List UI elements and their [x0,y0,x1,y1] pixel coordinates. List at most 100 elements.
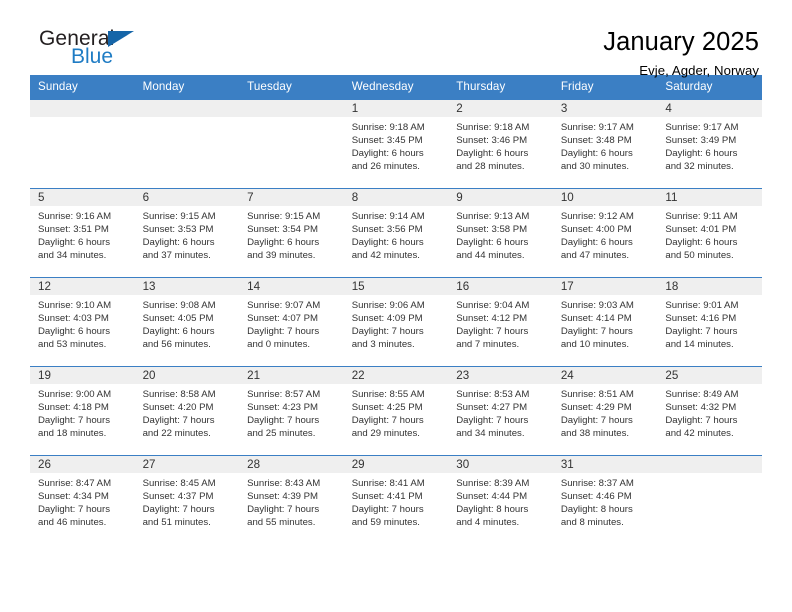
day-number: 8 [343,189,449,206]
weekday-header-saturday: Saturday [657,75,762,100]
calendar-day-cell[interactable]: 27 Sunrise: 8:45 AM Sunset: 4:37 PM Dayligh… [134,455,240,545]
day-number: 5 [30,189,135,206]
sunset-text: Sunset: 4:29 PM [560,402,632,414]
day-details: Sunrise: 8:39 AM Sunset: 4:44 PM Daylight:… [448,473,553,529]
sunrise-text: Sunrise: 9:13 AM [456,211,530,222]
daylight-text-line2: and 56 minutes. [142,339,211,351]
calendar-week-row: 5 Sunrise: 9:16 AM Sunset: 3:51 PM Daylight… [30,188,762,278]
calendar-day-cell[interactable]: 3 Sunrise: 9:17 AM Sunset: 3:48 PM Daylight… [552,99,658,189]
day-number: 23 [448,367,553,384]
sunset-text: Sunset: 3:53 PM [142,224,214,236]
daylight-text-line1: Daylight: 6 hours [38,237,110,249]
daylight-text-line2: and 22 minutes. [142,428,211,440]
daylight-text-line1: Daylight: 8 hours [560,504,633,516]
day-details [239,117,344,121]
page-title: January 2025 [603,28,759,56]
calendar-page: General Blue January 2025 Evje, Agder, N… [0,0,792,612]
day-number: 13 [134,278,240,295]
calendar-day-cell[interactable]: 19 Sunrise: 9:00 AM Sunset: 4:18 PM Dayligh… [30,366,135,456]
sunset-text: Sunset: 3:58 PM [456,224,528,236]
daylight-text-line2: and 10 minutes. [560,339,630,351]
calendar-day-cell[interactable]: 13 Sunrise: 9:08 AM Sunset: 4:05 PM Dayligh… [134,277,240,367]
daylight-text-line1: Daylight: 6 hours [560,148,633,160]
sunrise-text: Sunrise: 9:00 AM [38,389,112,400]
calendar-day-cell[interactable]: 30 Sunrise: 8:39 AM Sunset: 4:44 PM Dayligh… [448,455,553,545]
sunrise-text: Sunrise: 9:08 AM [142,300,216,311]
daylight-text-line1: Daylight: 6 hours [560,237,633,249]
calendar-day-cell-empty [239,99,344,189]
day-number: 29 [343,456,449,473]
day-details: Sunrise: 9:17 AM Sunset: 3:48 PM Daylight:… [553,117,658,173]
page-header: General Blue January 2025 Evje, Agder, N… [30,0,762,78]
sunrise-text: Sunrise: 8:53 AM [456,389,530,400]
day-details: Sunrise: 9:00 AM Sunset: 4:18 PM Daylight:… [30,384,135,440]
calendar-day-cell[interactable]: 17 Sunrise: 9:03 AM Sunset: 4:14 PM Dayligh… [552,277,658,367]
daylight-text-line1: Daylight: 6 hours [247,237,320,249]
daylight-text-line1: Daylight: 7 hours [665,415,738,427]
calendar-day-cell[interactable]: 10 Sunrise: 9:12 AM Sunset: 4:00 PM Dayligh… [552,188,658,278]
day-number: 20 [134,367,240,384]
calendar-day-cell[interactable]: 22 Sunrise: 8:55 AM Sunset: 4:25 PM Dayligh… [343,366,449,456]
calendar-day-cell[interactable]: 4 Sunrise: 9:17 AM Sunset: 3:49 PM Daylight… [657,99,762,189]
calendar-day-cell[interactable]: 18 Sunrise: 9:01 AM Sunset: 4:16 PM Dayligh… [657,277,762,367]
calendar-day-cell[interactable]: 26 Sunrise: 8:47 AM Sunset: 4:34 PM Dayligh… [30,455,135,545]
daylight-text-line2: and 50 minutes. [665,250,734,262]
calendar-day-cell[interactable]: 5 Sunrise: 9:16 AM Sunset: 3:51 PM Daylight… [30,188,135,278]
calendar-day-cell[interactable]: 15 Sunrise: 9:06 AM Sunset: 4:09 PM Dayligh… [343,277,449,367]
day-details: Sunrise: 9:15 AM Sunset: 3:54 PM Daylight:… [239,206,344,262]
sunset-text: Sunset: 4:23 PM [247,402,319,414]
sunset-text: Sunset: 4:18 PM [38,402,109,414]
day-details: Sunrise: 8:45 AM Sunset: 4:37 PM Daylight:… [135,473,240,529]
sunrise-text: Sunrise: 9:18 AM [456,122,530,133]
sunset-text: Sunset: 4:27 PM [456,402,528,414]
sunrise-text: Sunrise: 8:55 AM [351,389,425,400]
day-number: 15 [343,278,449,295]
weekday-header-monday: Monday [134,75,240,100]
daylight-text-line2: and 44 minutes. [456,250,525,262]
sunset-text: Sunset: 4:46 PM [560,491,632,503]
sunset-text: Sunset: 4:00 PM [560,224,632,236]
day-number: 26 [30,456,135,473]
day-details: Sunrise: 9:04 AM Sunset: 4:12 PM Daylight:… [448,295,553,351]
calendar-day-cell[interactable]: 11 Sunrise: 9:11 AM Sunset: 4:01 PM Dayligh… [657,188,762,278]
sunrise-text: Sunrise: 9:12 AM [560,211,634,222]
calendar-day-cell[interactable]: 25 Sunrise: 8:49 AM Sunset: 4:32 PM Dayligh… [657,366,762,456]
sunrise-text: Sunrise: 8:37 AM [560,478,634,489]
day-number: 25 [657,367,762,384]
calendar-day-cell[interactable]: 1 Sunrise: 9:18 AM Sunset: 3:45 PM Daylight… [343,99,449,189]
calendar-day-cell[interactable]: 20 Sunrise: 8:58 AM Sunset: 4:20 PM Dayligh… [134,366,240,456]
calendar-header-row: Sunday Monday Tuesday Wednesday Thursday Frid… [30,75,762,100]
calendar-day-cell[interactable]: 6 Sunrise: 9:15 AM Sunset: 3:53 PM Daylight… [134,188,240,278]
sunrise-text: Sunrise: 9:03 AM [560,300,634,311]
calendar-day-cell[interactable]: 16 Sunrise: 9:04 AM Sunset: 4:12 PM Dayligh… [448,277,553,367]
sunset-text: Sunset: 3:49 PM [665,135,737,147]
daylight-text-line2: and 39 minutes. [247,250,316,262]
calendar-day-cell[interactable]: 24 Sunrise: 8:51 AM Sunset: 4:29 PM Dayligh… [552,366,658,456]
day-number: 3 [552,100,658,117]
day-details: Sunrise: 9:16 AM Sunset: 3:51 PM Daylight:… [30,206,135,262]
sunrise-text: Sunrise: 9:15 AM [247,211,321,222]
daylight-text-line2: and 32 minutes. [665,161,734,173]
sunrise-text: Sunrise: 8:58 AM [142,389,216,400]
calendar-day-cell[interactable]: 7 Sunrise: 9:15 AM Sunset: 3:54 PM Daylight… [239,188,344,278]
calendar-day-cell[interactable]: 2 Sunrise: 9:18 AM Sunset: 3:46 PM Daylight… [448,99,553,189]
calendar-day-cell[interactable]: 14 Sunrise: 9:07 AM Sunset: 4:07 PM Dayligh… [239,277,344,367]
day-details: Sunrise: 9:06 AM Sunset: 4:09 PM Daylight:… [344,295,449,351]
calendar-day-cell[interactable]: 23 Sunrise: 8:53 AM Sunset: 4:27 PM Dayligh… [448,366,553,456]
sunset-text: Sunset: 4:37 PM [142,491,214,503]
calendar-day-cell[interactable]: 29 Sunrise: 8:41 AM Sunset: 4:41 PM Dayligh… [343,455,449,545]
calendar-day-cell[interactable]: 21 Sunrise: 8:57 AM Sunset: 4:23 PM Dayligh… [239,366,344,456]
calendar-day-cell[interactable]: 31 Sunrise: 8:37 AM Sunset: 4:46 PM Dayligh… [552,455,658,545]
day-number: 21 [239,367,344,384]
general-blue-logo[interactable]: General Blue [30,28,150,67]
calendar-day-cell[interactable]: 8 Sunrise: 9:14 AM Sunset: 3:56 PM Daylight… [343,188,449,278]
daylight-text-line2: and 53 minutes. [38,339,107,351]
calendar-day-cell[interactable]: 9 Sunrise: 9:13 AM Sunset: 3:58 PM Daylight… [448,188,553,278]
day-details [135,117,240,121]
daylight-text-line2: and 34 minutes. [38,250,107,262]
calendar-day-cell[interactable]: 28 Sunrise: 8:43 AM Sunset: 4:39 PM Dayligh… [239,455,344,545]
calendar-day-cell[interactable]: 12 Sunrise: 9:10 AM Sunset: 4:03 PM Dayligh… [30,277,135,367]
daylight-text-line1: Daylight: 7 hours [142,415,215,427]
day-number: 4 [657,100,762,117]
sunset-text: Sunset: 4:12 PM [456,313,528,325]
